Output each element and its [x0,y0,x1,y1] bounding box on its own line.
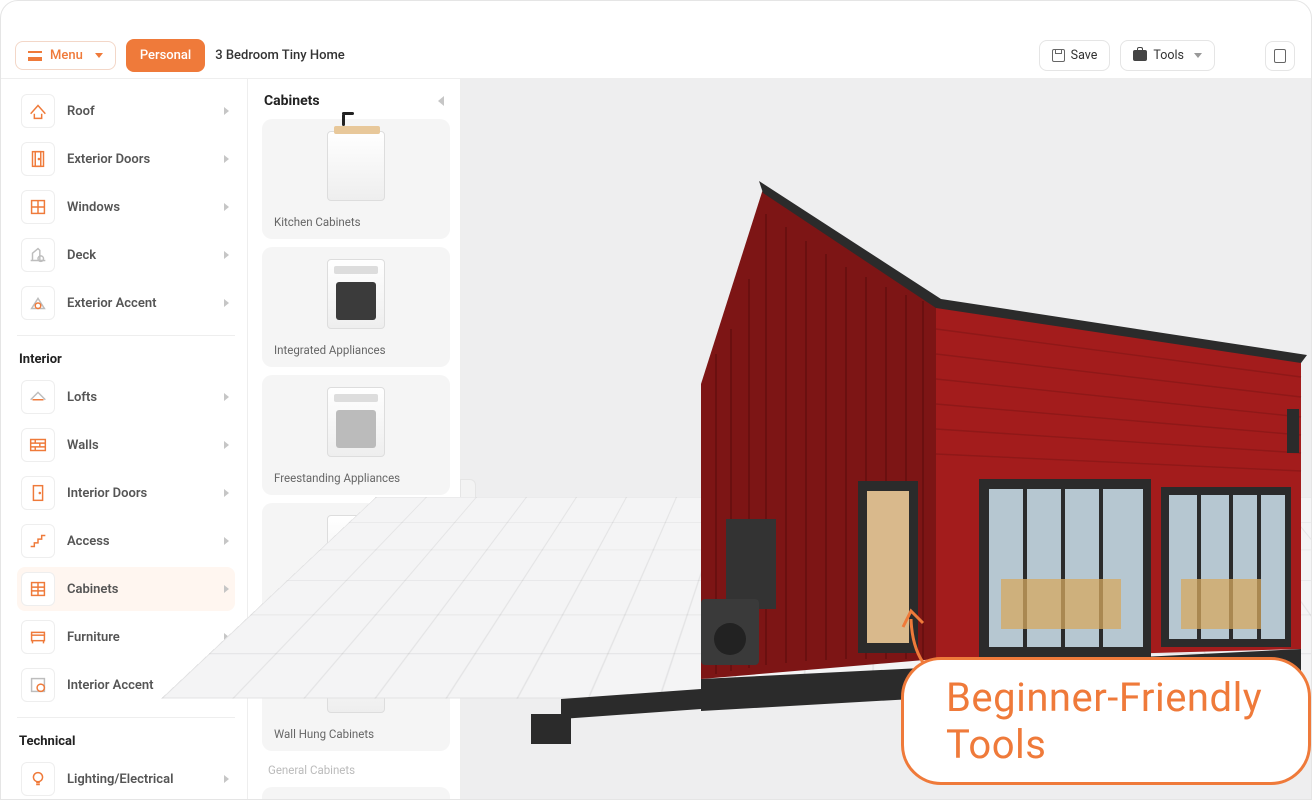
roof-icon [27,100,49,122]
sidebar-item-lofts[interactable]: Lofts [17,375,235,419]
sidebar-item-exterior-accent[interactable]: Exterior Accent [17,281,235,325]
sidebar-item-lighting[interactable]: Lighting/Electrical [17,757,235,799]
chevron-right-icon [224,299,229,307]
furniture-icon [27,626,49,648]
panel-title: Cabinets [264,93,320,109]
briefcase-icon [1133,50,1147,61]
wall-icon [27,434,49,456]
subcat-kitchen-cabinets[interactable]: Kitchen Cabinets [262,119,450,239]
interior-accent-icon [27,674,49,696]
sidebar-item-cabinets[interactable]: Cabinets [17,567,235,611]
menu-label: Menu [50,48,83,63]
lightbulb-icon [27,768,49,790]
chevron-right-icon [224,155,229,163]
stairs-icon [27,530,49,552]
chevron-right-icon [224,775,229,783]
sidebar-item-windows[interactable]: Windows [17,185,235,229]
chevron-down-icon [95,53,103,58]
subcat-integrated-appliances[interactable]: Integrated Appliances [262,247,450,367]
deck-icon [27,244,49,266]
callout-pill: Beginner-Friendly Tools [901,657,1311,785]
accent-icon [27,292,49,314]
chevron-right-icon [224,393,229,401]
kitchen-cabinet-thumb [327,131,385,201]
loft-icon [27,386,49,408]
interior-door-icon [27,482,49,504]
freestanding-appliance-thumb [327,387,385,457]
chevron-down-icon [1194,53,1202,58]
viewport-3d[interactable]: Beginner-Friendly Tools [461,79,1311,799]
technical-heading: Technical [19,734,235,749]
subcat-placeholder[interactable] [262,787,450,799]
chevron-right-icon [224,441,229,449]
panel-back-button[interactable] [438,96,444,106]
chevron-right-icon [224,585,229,593]
chevron-right-icon [224,537,229,545]
chevron-right-icon [224,489,229,497]
sidebar-item-access[interactable]: Access [17,519,235,563]
mode-badge[interactable]: Personal [126,39,205,72]
sidebar-item-walls[interactable]: Walls [17,423,235,467]
sidebar-item-exterior-doors[interactable]: Exterior Doors [17,137,235,181]
sidebar-item-deck[interactable]: Deck [17,233,235,277]
door-icon [27,148,49,170]
chevron-right-icon [224,203,229,211]
sidebar-item-interior-doors[interactable]: Interior Doors [17,471,235,515]
hamburger-icon [28,51,42,61]
project-title: 3 Bedroom Tiny Home [215,48,345,63]
sidebar-item-furniture[interactable]: Furniture [17,615,235,659]
tools-button[interactable]: Tools [1120,40,1215,71]
export-button[interactable] [1265,41,1295,71]
app-frame: Menu Personal 3 Bedroom Tiny Home Save T… [0,0,1312,800]
menu-button[interactable]: Menu [15,41,116,70]
document-icon [1274,49,1286,63]
chevron-right-icon [224,251,229,259]
subcat-freestanding-appliances[interactable]: Freestanding Appliances [262,375,450,495]
subcat-general-cabinets[interactable]: General Cabinets [262,759,450,787]
save-button[interactable]: Save [1039,40,1111,71]
integrated-appliance-thumb [327,259,385,329]
topbar: Menu Personal 3 Bedroom Tiny Home Save T… [1,33,1311,79]
cabinet-icon [27,578,49,600]
sidebar-item-roof[interactable]: Roof [17,89,235,133]
interior-heading: Interior [19,352,235,367]
chevron-right-icon [224,107,229,115]
window-icon [27,196,49,218]
save-icon [1052,49,1065,62]
